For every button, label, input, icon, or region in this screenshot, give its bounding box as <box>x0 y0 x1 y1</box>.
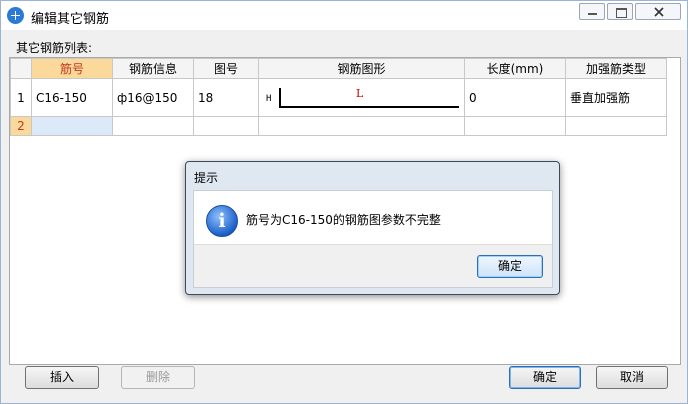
shape-horizontal-leg <box>279 106 459 108</box>
row-number[interactable]: 2 <box>10 116 32 136</box>
close-icon <box>654 7 664 17</box>
cell-fig-no[interactable] <box>193 116 259 136</box>
row-header-corner <box>10 58 32 79</box>
cell-length[interactable] <box>464 116 566 136</box>
window-title: 编辑其它钢筋 <box>31 12 110 27</box>
shape-h-label: H <box>266 94 272 104</box>
shape-l-label: L <box>356 87 364 100</box>
col-header-bar-shape[interactable]: 钢筋图形 <box>258 58 465 79</box>
dialog-body: i 筋号为C16-150的钢筋图参数不完整 确定 <box>193 190 553 288</box>
close-button[interactable] <box>635 3 681 20</box>
shape-vertical-leg <box>279 88 281 108</box>
ok-button[interactable]: 确定 <box>509 366 581 389</box>
delete-button[interactable]: 删除 <box>121 366 195 389</box>
minimize-button[interactable] <box>579 3 605 20</box>
alert-dialog: 提示 i 筋号为C16-150的钢筋图参数不完整 确定 <box>185 161 560 295</box>
col-header-bar-no[interactable]: 筋号 <box>31 58 113 79</box>
dialog-footer: 确定 <box>194 244 552 287</box>
col-header-fig-no[interactable]: 图号 <box>193 58 259 79</box>
col-header-length[interactable]: 长度(mm) <box>464 58 566 79</box>
dialog-message: 筋号为C16-150的钢筋图参数不完整 <box>246 213 441 227</box>
cell-bar-shape[interactable] <box>258 116 465 136</box>
cell-rib-type[interactable]: 垂直加强筋 <box>565 78 667 117</box>
maximize-button[interactable] <box>607 3 633 20</box>
cell-fig-no[interactable]: 18 <box>193 78 259 117</box>
app-icon <box>7 7 24 24</box>
info-icon: i <box>206 205 238 237</box>
cell-bar-info[interactable] <box>112 116 194 136</box>
dialog-title: 提示 <box>194 171 219 185</box>
insert-button[interactable]: 插入 <box>25 366 99 389</box>
edit-other-rebar-window: 编辑其它钢筋 其它钢筋列表: 筋号 钢筋信息 图号 钢筋图形 长度(mm) 加强… <box>0 0 688 404</box>
dialog-ok-button[interactable]: 确定 <box>477 255 543 278</box>
cell-bar-no[interactable]: C16-150 <box>31 78 113 117</box>
cell-bar-shape[interactable]: H L <box>258 78 465 117</box>
cell-rib-type[interactable] <box>565 116 667 136</box>
rebar-list-label: 其它钢筋列表: <box>16 41 93 55</box>
cell-length[interactable]: 0 <box>464 78 566 117</box>
table-row[interactable]: 1 C16-150 ф16@150 18 H L 0 垂直加强筋 <box>10 78 667 117</box>
table-row[interactable]: 2 <box>10 116 667 136</box>
cell-bar-no[interactable] <box>31 116 113 136</box>
row-number[interactable]: 1 <box>10 78 32 117</box>
cancel-button[interactable]: 取消 <box>596 366 668 389</box>
title-bar[interactable]: 编辑其它钢筋 <box>1 1 687 30</box>
col-header-bar-info[interactable]: 钢筋信息 <box>112 58 194 79</box>
cell-bar-info[interactable]: ф16@150 <box>112 78 194 117</box>
col-header-rib-type[interactable]: 加强筋类型 <box>565 58 667 79</box>
